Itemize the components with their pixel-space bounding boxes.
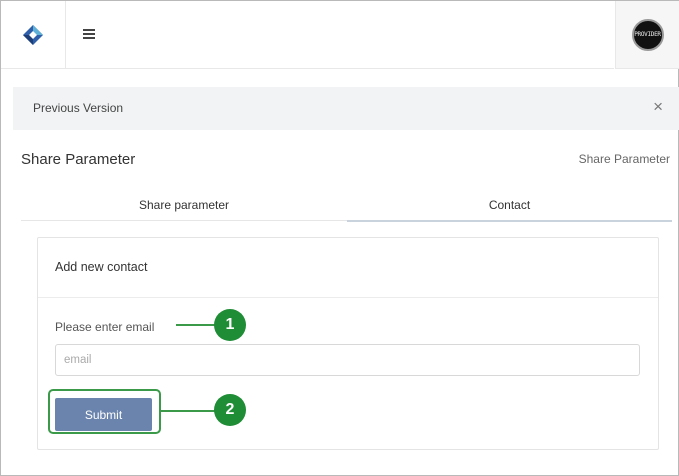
logo[interactable]	[1, 1, 66, 69]
card-header: Add new contact	[38, 238, 658, 298]
hamburger-icon[interactable]	[83, 29, 95, 39]
avatar[interactable]: PROVIDER	[631, 18, 664, 51]
app-window: PROVIDER Previous Version × Share Parame…	[0, 0, 679, 476]
page-title: Share Parameter	[21, 151, 136, 168]
callout-1-badge: 1	[214, 309, 246, 341]
close-icon[interactable]: ×	[653, 97, 663, 117]
tab-bar: Share parameter Contact	[21, 192, 673, 222]
avatar-text: PROVIDER	[634, 31, 661, 38]
callout-1-connector	[176, 324, 216, 326]
email-input[interactable]	[55, 344, 640, 376]
breadcrumb[interactable]: Share Parameter	[579, 152, 670, 166]
callout-2-connector	[161, 410, 216, 412]
callout-2-badge: 2	[214, 394, 246, 426]
previous-version-label: Previous Version	[33, 101, 124, 115]
previous-version-bar: Previous Version ×	[13, 87, 679, 130]
top-bar	[66, 1, 614, 69]
user-menu[interactable]: PROVIDER	[615, 1, 679, 69]
diamond-logo-icon	[23, 24, 43, 45]
card-title: Add new contact	[55, 260, 148, 274]
tab-share-parameter[interactable]: Share parameter	[21, 192, 347, 221]
callout-2-highlight	[48, 389, 161, 434]
email-label: Please enter email	[55, 320, 155, 334]
tab-contact[interactable]: Contact	[347, 192, 672, 222]
